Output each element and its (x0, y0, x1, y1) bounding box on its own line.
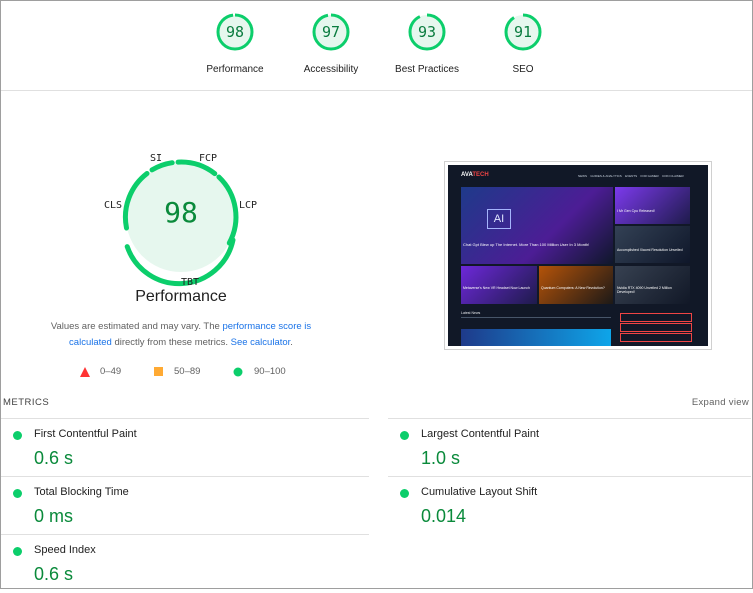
side-card-2: Accomplished Xiaomi Resolution Unveiled (615, 226, 690, 263)
latest-news-image (461, 329, 611, 346)
metric-value: 0.014 (421, 506, 467, 526)
news-card-3: Nvidia RTX 4090 Unveiled 2 Million Devel… (615, 266, 690, 304)
sidebar-button-3 (620, 333, 692, 342)
pass-circle-icon (400, 431, 409, 440)
calculator-link[interactable]: See calculator (231, 337, 291, 348)
gauge-label: SEO (512, 64, 534, 75)
note-prefix: Values are estimated and may vary. The (50, 321, 223, 332)
ai-chip-graphic: AI (487, 209, 511, 229)
metric-name: Largest Contentful Paint (421, 428, 540, 440)
gauge-label: Best Practices (395, 64, 459, 75)
news-card-1: Metaverse's New VR Headset Now Launch (461, 266, 537, 304)
metric-cumulative-layout-shift: Cumulative Layout Shift 0.014 (388, 476, 751, 535)
news-card-2: Quantum Computers: A New Revolution? (539, 266, 613, 304)
segment-label-lcp[interactable]: LCP (239, 200, 257, 211)
site-logo: AVATECH (461, 172, 489, 178)
site-nav: NEWS GUIDES & ANALYTICS EVENTS FOR GAMER… (578, 174, 684, 178)
legend-pass-label: 90–100 (254, 366, 286, 377)
metric-value: 1.0 s (421, 448, 461, 468)
section-divider (461, 317, 611, 318)
metric-name: Speed Index (34, 544, 96, 556)
metric-speed-index: Speed Index 0.6 s (1, 534, 369, 593)
metric-value: 0.6 s (34, 564, 74, 584)
metric-value: 0.6 s (34, 448, 74, 468)
score-note: Values are estimated and may vary. The p… (30, 319, 332, 351)
note-suffix: . (290, 337, 293, 348)
pass-circle-icon (233, 367, 243, 377)
metric-name: First Contentful Paint (34, 428, 137, 440)
segment-label-fcp[interactable]: FCP (199, 153, 217, 164)
metrics-heading: METRICS (3, 397, 50, 408)
gauge-score: 91 (513, 23, 533, 41)
sidebar-button-2 (620, 323, 692, 332)
note-middle: directly from these metrics. (111, 337, 231, 348)
hero-title: Chat Gpt Blew up The Internet. More Than… (463, 242, 590, 247)
metric-value: 0 ms (34, 506, 74, 526)
gauge-ring: 91 (503, 12, 543, 52)
screenshot-content: AVATECH NEWS GUIDES & ANALYTICS EVENTS F… (448, 165, 708, 346)
latest-news-heading: Latest News (461, 311, 481, 315)
pass-circle-icon (13, 489, 22, 498)
sidebar-button-1 (620, 313, 692, 322)
metric-name: Total Blocking Time (34, 486, 129, 498)
gauge-ring: 93 (407, 12, 447, 52)
average-square-icon (154, 367, 163, 376)
final-screenshot[interactable]: AVATECH NEWS GUIDES & ANALYTICS EVENTS F… (444, 161, 712, 350)
metric-first-contentful-paint: First Contentful Paint 0.6 s (1, 418, 369, 477)
pass-circle-icon (13, 547, 22, 556)
metric-largest-contentful-paint: Largest Contentful Paint 1.0 s (388, 418, 751, 477)
performance-score-large: 98 (164, 196, 198, 229)
pass-circle-icon (400, 489, 409, 498)
pass-circle-icon (13, 431, 22, 440)
gauge-best-practices[interactable]: 93 Best Practices (377, 12, 477, 75)
segment-label-si[interactable]: SI (150, 153, 162, 164)
side-card-1: I Mr Gen Cpu Released! (615, 187, 690, 224)
expand-view-toggle[interactable]: Expand view (692, 397, 749, 408)
segment-label-cls[interactable]: CLS (104, 200, 122, 211)
segment-label-tbt[interactable]: TBT (181, 277, 199, 288)
legend-fail-label: 0–49 (100, 366, 122, 377)
metric-name: Cumulative Layout Shift (421, 486, 538, 498)
legend-average-label: 50–89 (174, 366, 201, 377)
fail-triangle-icon (80, 367, 90, 377)
gauge-score: 93 (417, 23, 437, 41)
performance-title: Performance (135, 288, 227, 305)
performance-gauge-large (122, 159, 239, 287)
hero-card: AI Chat Gpt Blew up The Internet. More T… (461, 187, 613, 264)
gauge-seo[interactable]: 91 SEO (473, 12, 573, 75)
metric-total-blocking-time: Total Blocking Time 0 ms (1, 476, 369, 535)
